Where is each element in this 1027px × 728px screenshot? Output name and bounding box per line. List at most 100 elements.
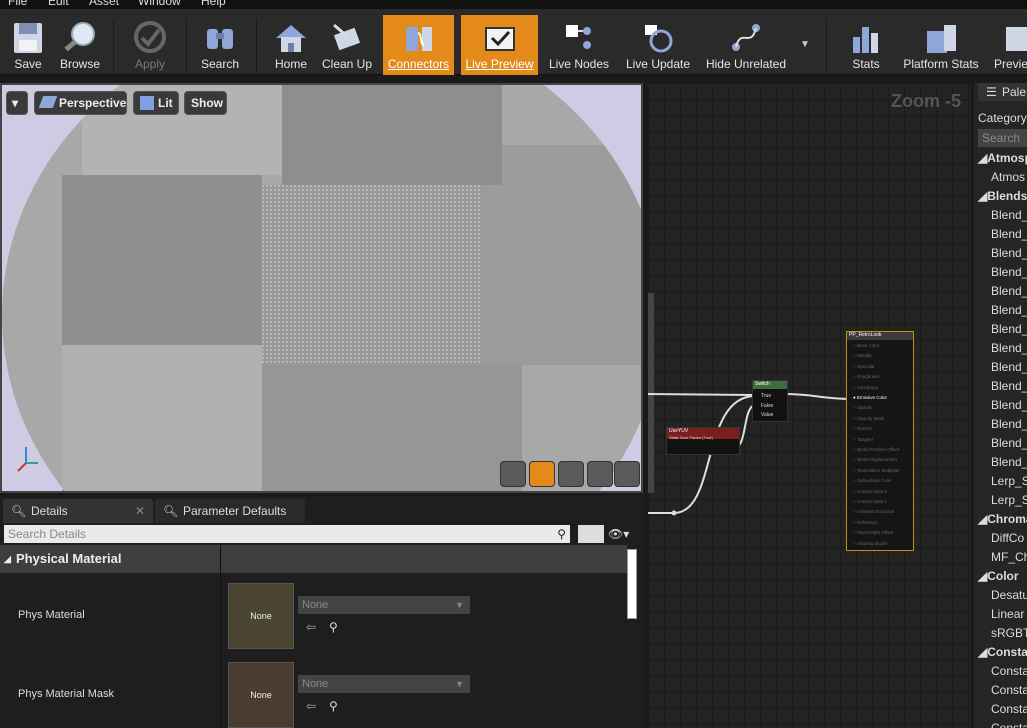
viewport-options-button[interactable]: ▾ bbox=[6, 91, 28, 115]
palette-item[interactable]: Blend_ bbox=[974, 436, 1027, 450]
palette-category[interactable]: ◢Atmosp bbox=[974, 151, 1027, 165]
menu-asset[interactable]: Asset bbox=[89, 0, 119, 8]
palette-category[interactable]: ◢Consta bbox=[974, 645, 1027, 659]
preview-cylinder-button[interactable] bbox=[500, 461, 526, 487]
palette-item[interactable]: Blend_ bbox=[974, 322, 1027, 336]
preview-cube-button[interactable] bbox=[587, 461, 613, 487]
result-pin[interactable]: ○ Custom Data 0 bbox=[853, 489, 887, 494]
preview-plane-button[interactable] bbox=[558, 461, 584, 487]
browse-asset-icon[interactable]: ⚲ bbox=[329, 620, 338, 634]
result-pin[interactable]: ○ Shading Model bbox=[853, 541, 887, 546]
phys-material-combo[interactable]: None ▼ bbox=[298, 596, 470, 614]
static-bool-param-node[interactable]: UseYUV Static Bool Param (True) bbox=[666, 427, 740, 455]
result-pin[interactable]: ○ Custom Data 1 bbox=[853, 499, 887, 504]
result-pin[interactable]: ○ Opacity bbox=[853, 405, 872, 410]
palette-item[interactable]: Consta bbox=[974, 683, 1027, 697]
palette-item[interactable]: Consta bbox=[974, 664, 1027, 678]
palette-item[interactable]: Lerp_S bbox=[974, 474, 1027, 488]
palette-item[interactable]: Blend_ bbox=[974, 341, 1027, 355]
result-pin[interactable]: ● Emissive Color bbox=[853, 395, 887, 400]
palette-item[interactable]: Blend_ bbox=[974, 360, 1027, 374]
palette-item[interactable]: Blend_ bbox=[974, 208, 1027, 222]
palette-item[interactable]: MF_Ch bbox=[974, 550, 1027, 564]
result-pin[interactable]: ○ Tessellation Multiplier bbox=[853, 468, 900, 473]
search-button[interactable]: Search bbox=[194, 15, 246, 75]
save-button[interactable]: Save bbox=[4, 15, 52, 75]
phys-material-thumbnail[interactable]: None bbox=[228, 583, 294, 649]
menu-help[interactable]: Help bbox=[201, 0, 226, 8]
palette-item[interactable]: Blend_ bbox=[974, 265, 1027, 279]
palette-item[interactable]: Atmos bbox=[974, 170, 1027, 184]
palette-item[interactable]: Blend_ bbox=[974, 227, 1027, 241]
preview-custom-mesh-button[interactable] bbox=[614, 461, 640, 487]
lit-button[interactable]: Lit bbox=[133, 91, 179, 115]
palette-item[interactable]: Blend_ bbox=[974, 417, 1027, 431]
use-selected-icon[interactable]: ⇦ bbox=[306, 620, 316, 634]
result-pin[interactable]: ○ Subsurface Color bbox=[853, 478, 892, 483]
palette-item[interactable]: Blend_ bbox=[974, 398, 1027, 412]
switch-node[interactable]: Switch True False Value bbox=[752, 380, 788, 422]
connectors-button[interactable]: Connectors bbox=[383, 15, 454, 75]
close-tab-icon[interactable]: ✕ bbox=[135, 499, 145, 523]
tab-details[interactable]: 🔍︎ Details ✕ bbox=[3, 499, 153, 523]
palette-item[interactable]: sRGBT bbox=[974, 626, 1027, 640]
palette-item[interactable]: Lerp_S bbox=[974, 493, 1027, 507]
palette-category[interactable]: ◢Color bbox=[974, 569, 1027, 583]
perspective-button[interactable]: Perspective bbox=[34, 91, 127, 115]
browse-button[interactable]: Browse bbox=[54, 15, 106, 75]
live-preview-button[interactable]: Live Preview bbox=[461, 15, 538, 75]
material-result-node[interactable]: PP_RetroLook ○ Base Color ○ Metallic ○ Spe… bbox=[846, 331, 914, 551]
result-pin[interactable]: ○ Ambient Occlusion bbox=[853, 509, 894, 514]
eye-icon[interactable]: 👁︎▾ bbox=[608, 527, 629, 541]
pin-value[interactable]: Value bbox=[761, 412, 773, 418]
preview-button[interactable]: Previe bbox=[990, 15, 1027, 75]
menu-window[interactable]: Window bbox=[138, 0, 181, 8]
palette-item[interactable]: Consta bbox=[974, 702, 1027, 716]
preview-sphere-button[interactable] bbox=[529, 461, 555, 487]
hide-unrelated-button[interactable]: Hide Unrelated bbox=[702, 15, 790, 75]
toolbar-overflow-icon[interactable]: ▼ bbox=[800, 39, 810, 50]
palette-item[interactable]: Blend_ bbox=[974, 379, 1027, 393]
palette-item[interactable]: Blend_ bbox=[974, 246, 1027, 260]
palette-item[interactable]: Blend_ bbox=[974, 455, 1027, 469]
result-pin[interactable]: ○ Metallic bbox=[853, 353, 872, 358]
preview-viewport[interactable]: ▾ Perspective Lit Show bbox=[0, 83, 643, 493]
result-pin[interactable]: ○ Base Color bbox=[853, 343, 879, 348]
menu-file[interactable]: File bbox=[8, 0, 27, 8]
material-graph[interactable]: Zoom -5 Switch True False Value UseYUV S… bbox=[648, 83, 971, 728]
phys-material-mask-combo[interactable]: None ▼ bbox=[298, 675, 470, 693]
use-selected-icon[interactable]: ⇦ bbox=[306, 699, 316, 713]
physical-material-section[interactable]: ◢ Physical Material bbox=[0, 545, 627, 573]
pin-false[interactable]: False bbox=[761, 403, 773, 409]
view-options-button[interactable] bbox=[578, 525, 604, 543]
menu-edit[interactable]: Edit bbox=[48, 0, 69, 8]
palette-item[interactable]: Blend_ bbox=[974, 284, 1027, 298]
result-pin[interactable]: ○ Normal bbox=[853, 426, 871, 431]
live-nodes-button[interactable]: Live Nodes bbox=[546, 15, 612, 75]
result-pin[interactable]: ○ World Position Offset bbox=[853, 447, 899, 452]
home-button[interactable]: Home bbox=[266, 15, 316, 75]
show-button[interactable]: Show bbox=[184, 91, 227, 115]
pin-true[interactable]: True bbox=[761, 393, 771, 399]
result-pin[interactable]: ○ Roughness bbox=[853, 374, 880, 379]
palette-item[interactable]: Consta bbox=[974, 721, 1027, 728]
browse-asset-icon[interactable]: ⚲ bbox=[329, 699, 338, 713]
details-scrollbar[interactable] bbox=[627, 549, 637, 619]
result-pin[interactable]: ○ Pixel Depth Offset bbox=[853, 530, 893, 535]
palette-item[interactable]: Desatu bbox=[974, 588, 1027, 602]
palette-tab[interactable]: ☰ Pale bbox=[978, 83, 1027, 101]
live-update-button[interactable]: Live Update bbox=[621, 15, 695, 75]
stats-button[interactable]: Stats bbox=[840, 15, 892, 75]
cleanup-button[interactable]: Clean Up bbox=[318, 15, 376, 75]
palette-item[interactable]: Linear bbox=[974, 607, 1027, 621]
details-search-input[interactable]: Search Details ⚲ bbox=[4, 525, 570, 543]
result-pin[interactable]: ○ Tangent bbox=[853, 437, 873, 442]
result-pin[interactable]: ○ Opacity Mask bbox=[853, 416, 884, 421]
result-pin[interactable]: ○ Anisotropy bbox=[853, 385, 878, 390]
palette-item[interactable]: DiffCo bbox=[974, 531, 1027, 545]
tab-parameter-defaults[interactable]: 🔍︎ Parameter Defaults bbox=[155, 499, 305, 523]
palette-category[interactable]: ◢Chroma bbox=[974, 512, 1027, 526]
palette-search-input[interactable]: Search bbox=[978, 129, 1027, 147]
palette-category[interactable]: ◢Blends bbox=[974, 189, 1027, 203]
palette-item[interactable]: Blend_ bbox=[974, 303, 1027, 317]
